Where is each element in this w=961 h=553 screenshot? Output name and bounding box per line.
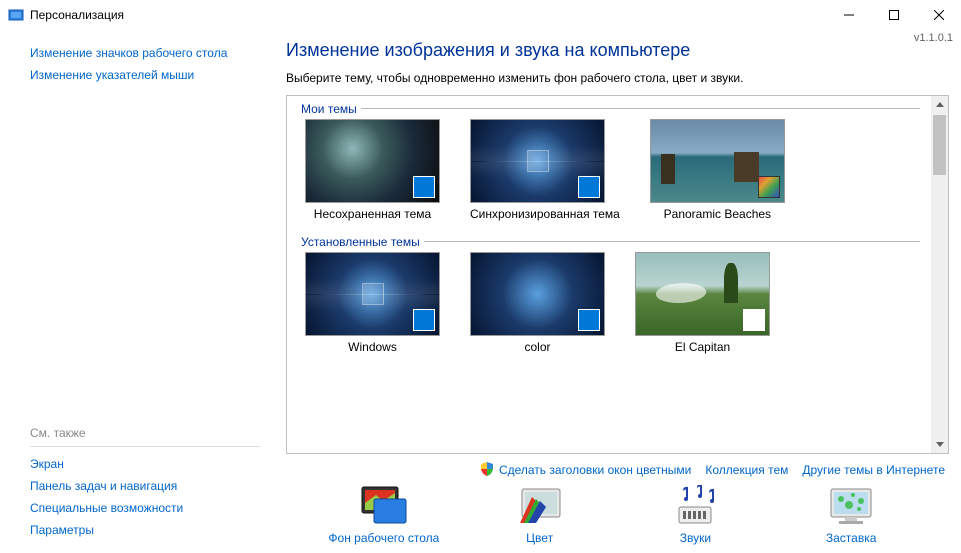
theme-color[interactable]: color xyxy=(470,252,605,354)
divider xyxy=(30,446,260,447)
theme-thumbnail xyxy=(470,252,605,336)
version-label: v1.1.0.1 xyxy=(914,32,953,44)
desktop-background-icon xyxy=(358,485,410,527)
theme-thumbnail xyxy=(305,252,440,336)
color-swatch xyxy=(413,309,435,331)
sidebar: Изменение значков рабочего стола Изменен… xyxy=(0,30,280,553)
color-swatch xyxy=(413,176,435,198)
group-my-themes: Мои темы xyxy=(297,102,361,116)
titlebar: Персонализация xyxy=(0,0,961,30)
app-icon xyxy=(8,7,24,23)
theme-thumbnail xyxy=(470,119,605,203)
color-swatch xyxy=(743,309,765,331)
window-title: Персонализация xyxy=(30,8,124,22)
link-colored-titles[interactable]: Сделать заголовки окон цветными xyxy=(499,463,691,477)
action-label: Заставка xyxy=(786,531,916,545)
maximize-button[interactable] xyxy=(871,0,916,30)
theme-label: color xyxy=(470,340,605,354)
main-content: Изменение изображения и звука на компьют… xyxy=(280,30,961,553)
theme-panoramic-beaches[interactable]: Panoramic Beaches xyxy=(650,119,785,221)
action-desktop-background[interactable]: Фон рабочего стола xyxy=(319,485,449,545)
links-row: Сделать заголовки окон цветными Коллекци… xyxy=(286,454,949,483)
sidebar-link-display[interactable]: Экран xyxy=(30,453,280,475)
theme-thumbnail xyxy=(650,119,785,203)
action-label: Звуки xyxy=(630,531,760,545)
theme-label: Несохраненная тема xyxy=(305,207,440,221)
sidebar-link-taskbar[interactable]: Панель задач и навигация xyxy=(30,475,280,497)
sidebar-link-accessibility[interactable]: Специальные возможности xyxy=(30,497,280,519)
action-screensaver[interactable]: Заставка xyxy=(786,485,916,545)
minimize-button[interactable] xyxy=(826,0,871,30)
theme-label: Windows xyxy=(305,340,440,354)
page-subtitle: Выберите тему, чтобы одновременно измени… xyxy=(286,71,949,85)
link-theme-collection[interactable]: Коллекция тем xyxy=(705,463,788,477)
theme-el-capitan[interactable]: El Capitan xyxy=(635,252,770,354)
see-also-heading: См. также xyxy=(30,420,280,444)
group-installed-themes: Установленные темы xyxy=(297,235,424,249)
scroll-thumb[interactable] xyxy=(933,115,946,175)
action-label: Цвет xyxy=(475,531,605,545)
theme-unsaved[interactable]: Несохраненная тема xyxy=(305,119,440,221)
scrollbar[interactable] xyxy=(931,96,948,453)
color-swatch xyxy=(578,176,600,198)
themes-panel: Мои темы Несохраненная тема Синхронизиро… xyxy=(286,95,949,454)
theme-thumbnail xyxy=(305,119,440,203)
sounds-icon xyxy=(669,485,721,527)
page-title: Изменение изображения и звука на компьют… xyxy=(286,40,949,61)
theme-thumbnail xyxy=(635,252,770,336)
theme-label: El Capitan xyxy=(635,340,770,354)
link-online-themes[interactable]: Другие темы в Интернете xyxy=(802,463,945,477)
sidebar-link-settings[interactable]: Параметры xyxy=(30,519,280,541)
bottom-actions: Фон рабочего стола Цвет Звуки Заставка xyxy=(286,483,949,545)
color-icon xyxy=(514,485,566,527)
theme-synced[interactable]: Синхронизированная тема xyxy=(470,119,620,221)
theme-windows[interactable]: Windows xyxy=(305,252,440,354)
scroll-down-button[interactable] xyxy=(931,436,948,453)
scroll-up-button[interactable] xyxy=(931,96,948,113)
close-button[interactable] xyxy=(916,0,961,30)
theme-label: Синхронизированная тема xyxy=(470,207,620,221)
sidebar-link-mouse-pointers[interactable]: Изменение указателей мыши xyxy=(30,64,280,86)
screensaver-icon xyxy=(825,485,877,527)
theme-label: Panoramic Beaches xyxy=(650,207,785,221)
action-color[interactable]: Цвет xyxy=(475,485,605,545)
action-label: Фон рабочего стола xyxy=(319,531,449,545)
sidebar-link-desktop-icons[interactable]: Изменение значков рабочего стола xyxy=(30,42,280,64)
action-sounds[interactable]: Звуки xyxy=(630,485,760,545)
shield-icon xyxy=(480,462,494,476)
color-swatch xyxy=(758,176,780,198)
color-swatch xyxy=(578,309,600,331)
